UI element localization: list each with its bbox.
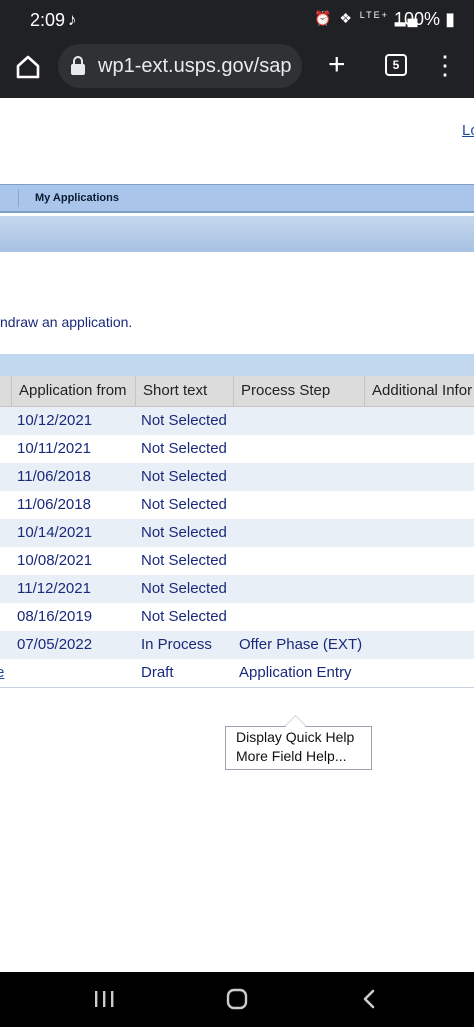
cell-process-step: [232, 519, 364, 546]
column-header-application-from[interactable]: Application from: [11, 376, 135, 406]
cell-application-date: 10/14/2021: [17, 524, 93, 541]
cell-process-step: [232, 435, 364, 462]
cell-application-date: 10/12/2021: [17, 412, 93, 429]
cell-short-text: Not Selected: [141, 580, 227, 597]
table-row[interactable]: 10/08/2021 Not Selected: [0, 547, 474, 576]
menu-item-more-field-help[interactable]: More Field Help...: [236, 748, 346, 764]
column-header-process-step[interactable]: Process Step: [233, 376, 364, 406]
tabs-count-button[interactable]: 5: [385, 54, 407, 76]
home-circle-icon[interactable]: [224, 988, 250, 1010]
cell-application-date: 08/16/2019: [17, 608, 93, 625]
logout-link[interactable]: Lo: [462, 122, 474, 139]
browser-toolbar: wp1-ext.usps.gov/sap + 5 ⋮: [0, 42, 474, 98]
web-page: Lo : My Applications ndraw an applicatio…: [0, 98, 474, 972]
table-row[interactable]: 11/06/2018 Not Selected: [0, 463, 474, 492]
cell-short-text: Not Selected: [141, 552, 227, 569]
cell-process-step: [232, 491, 364, 518]
cell-short-text: Not Selected: [141, 412, 227, 429]
tab-my-applications[interactable]: My Applications: [35, 192, 119, 204]
cell-process-step: [232, 575, 364, 602]
cell-short-text: Not Selected: [141, 440, 227, 457]
table-row[interactable]: 10/14/2021 Not Selected: [0, 519, 474, 548]
status-bar: 2:09 ♪ ⏰ ❖ LTE+ ▂▄ 100% ▮: [0, 0, 474, 42]
alarm-icon: ⏰: [314, 10, 334, 26]
cell-process-step: Offer Phase (EXT): [239, 636, 363, 653]
recents-icon[interactable]: [91, 988, 117, 1010]
cell-short-text: Not Selected: [141, 496, 227, 513]
table-row[interactable]: 10/11/2021 Not Selected: [0, 435, 474, 464]
cell-short-text: Not Selected: [141, 468, 227, 485]
cell-application-date: 10/11/2021: [17, 440, 91, 457]
nav-separator: [18, 189, 19, 207]
cell-application-date: 11/06/2018: [17, 468, 91, 485]
column-header-short-text[interactable]: Short text: [135, 376, 233, 406]
cell-application-date: 11/06/2018: [17, 496, 91, 513]
table-header: Application from Short text Process Step…: [0, 376, 474, 407]
lock-icon: [70, 56, 86, 76]
table-toolbar-band: [0, 354, 474, 376]
cell-process-step: [232, 463, 364, 490]
android-nav-bar: [0, 972, 474, 1027]
kebab-menu-icon[interactable]: ⋮: [432, 50, 458, 80]
cell-process-step: Application Entry: [239, 664, 352, 681]
back-chevron-icon[interactable]: [357, 988, 383, 1010]
cell-process-step: [232, 603, 364, 630]
plus-icon[interactable]: +: [328, 50, 346, 80]
sub-nav-band: [0, 216, 474, 252]
cell-process-step: [232, 407, 364, 434]
table-row[interactable]: 08/16/2019 Not Selected: [0, 603, 474, 632]
home-icon[interactable]: [14, 53, 42, 81]
battery-level: 100% ▮: [394, 9, 455, 30]
menu-item-display-quick-help[interactable]: Display Quick Help: [236, 729, 354, 745]
status-time: 2:09: [30, 10, 66, 30]
battery-icon: ▮: [445, 9, 455, 29]
network-type: LTE+: [359, 10, 389, 20]
cell-process-step: [232, 547, 364, 574]
nav-tab-bar: : My Applications: [0, 184, 474, 213]
table-row[interactable]: 11/06/2018 Not Selected: [0, 491, 474, 520]
battery-text: 100%: [394, 9, 441, 29]
cell-short-text: In Process: [141, 636, 212, 653]
help-context-menu: Display Quick Help More Field Help...: [225, 714, 372, 770]
nav-left-fragment[interactable]: :: [0, 191, 1, 203]
table-row[interactable]: 11/12/2021 Not Selected: [0, 575, 474, 604]
table-row[interactable]: 07/05/2022 In Process Offer Phase (EXT): [0, 631, 474, 660]
column-header-select: [0, 376, 11, 406]
cell-short-text: Draft: [141, 664, 174, 681]
table-row[interactable]: 10/12/2021 Not Selected: [0, 407, 474, 436]
url-text: wp1-ext.usps.gov/sap: [98, 55, 292, 77]
row-action-link[interactable]: e: [0, 659, 4, 686]
cell-short-text: Not Selected: [141, 524, 227, 541]
cell-application-date: 07/05/2022: [17, 636, 93, 653]
bluetooth-icon: ❖: [339, 10, 354, 26]
cell-application-date: [10, 659, 134, 686]
table-row[interactable]: e Draft Application Entry: [0, 659, 474, 688]
column-header-additional-info[interactable]: Additional Infor: [364, 376, 474, 406]
url-bar[interactable]: wp1-ext.usps.gov/sap: [58, 44, 302, 88]
instruction-text: ndraw an application.: [0, 314, 133, 330]
cell-short-text: Not Selected: [141, 608, 227, 625]
tiktok-icon: ♪: [68, 10, 77, 29]
cell-application-date: 10/08/2021: [17, 552, 93, 569]
cell-application-date: 11/12/2021: [17, 580, 91, 597]
